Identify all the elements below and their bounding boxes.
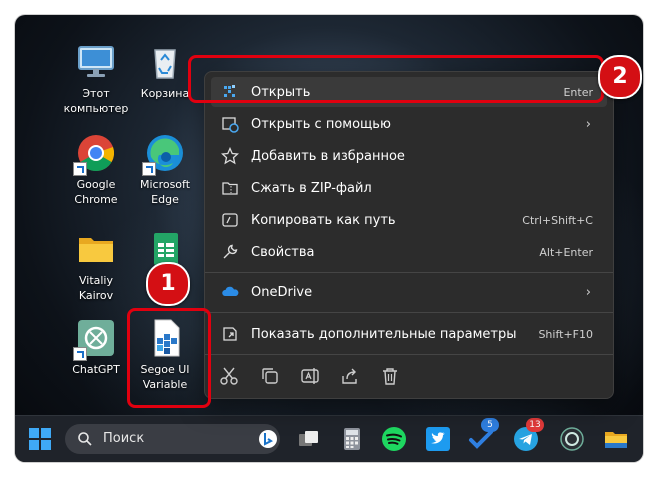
- open-with-icon: [221, 115, 239, 133]
- highlight-box-font-file: [127, 308, 211, 408]
- shortcut-text: Alt+Enter: [539, 245, 593, 259]
- search-placeholder: Поиск: [103, 431, 145, 446]
- menu-item-label: Сжать в ZIP-файл: [251, 180, 372, 196]
- file-explorer-button[interactable]: [603, 426, 629, 452]
- menu-item-add-favorite[interactable]: Добавить в избранное: [211, 141, 607, 171]
- shortcut-text: Ctrl+Shift+C: [522, 213, 593, 227]
- step-number-badge: 2: [598, 55, 642, 99]
- chatgpt-desktop-icon[interactable]: ChatGPT: [63, 318, 129, 377]
- menu-divider: [205, 312, 613, 313]
- search-box[interactable]: Поиск: [65, 424, 280, 454]
- icon-label: ChatGPT: [72, 363, 120, 376]
- rename-icon[interactable]: [299, 365, 321, 387]
- shortcut-arrow-icon: [142, 162, 156, 176]
- edge-icon: [142, 133, 185, 176]
- menu-divider: [205, 354, 613, 355]
- share-icon[interactable]: [339, 365, 361, 387]
- chatgpt-icon: [73, 318, 116, 361]
- icon-label: Vitaliy Kairov: [78, 274, 114, 302]
- cut-icon[interactable]: [218, 365, 240, 387]
- task-view-icon: [299, 431, 318, 446]
- chevron-right-icon: ›: [585, 116, 591, 132]
- spotify-icon: [382, 427, 406, 451]
- more-options-icon: [221, 325, 239, 343]
- monitor-icon: [76, 42, 116, 82]
- shortcut-arrow-icon: [73, 347, 87, 361]
- spotify-button[interactable]: [381, 426, 407, 452]
- copy-path-icon: [221, 211, 239, 229]
- folder-icon: [605, 432, 627, 448]
- todo-badge: 5: [481, 418, 499, 432]
- menu-item-zip[interactable]: Сжать в ZIP-файл: [211, 173, 607, 203]
- star-icon: [220, 146, 240, 165]
- chevron-right-icon: ›: [585, 284, 591, 300]
- recycle-bin-icon: [145, 42, 185, 82]
- telegram-button[interactable]: 13: [513, 418, 544, 452]
- calculator-icon: [344, 428, 360, 450]
- menu-item-onedrive[interactable]: OneDrive ›: [211, 277, 607, 307]
- step-number-badge: 1: [146, 262, 190, 306]
- start-button[interactable]: [27, 426, 53, 452]
- highlight-box-open-item: [188, 55, 604, 103]
- windows-logo-icon: [29, 428, 51, 450]
- chrome-icon: [73, 133, 116, 176]
- menu-item-label: Открыть с помощью: [251, 116, 391, 132]
- chatgpt-taskbar-button[interactable]: [559, 426, 585, 452]
- menu-item-label: OneDrive: [251, 284, 313, 300]
- taskbar: Поиск 5 13: [15, 415, 643, 462]
- icon-label: Google Chrome: [74, 178, 118, 206]
- chrome-desktop-icon[interactable]: Google Chrome: [63, 133, 129, 207]
- menu-item-more-options[interactable]: Показать дополнительные параметры Shift+…: [211, 319, 607, 349]
- context-menu: Открыть Enter Открыть с помощью › Добави…: [204, 71, 614, 399]
- shortcut-arrow-icon: [73, 162, 87, 176]
- search-icon: [78, 432, 92, 446]
- chatgpt-taskbar-icon: [560, 427, 584, 451]
- icon-label: Microsoft Edge: [139, 178, 191, 206]
- menu-item-copy-path[interactable]: Копировать как путь Ctrl+Shift+C: [211, 205, 607, 235]
- menu-item-label: Свойства: [251, 244, 315, 260]
- telegram-badge: 13: [526, 418, 544, 432]
- folder-icon: [76, 229, 116, 269]
- this-pc-desktop-icon[interactable]: Этот компьютер: [63, 42, 129, 116]
- icon-label: Этот компьютер: [63, 87, 129, 115]
- delete-icon[interactable]: [379, 365, 401, 387]
- menu-item-label: Копировать как путь: [251, 212, 396, 228]
- twitter-icon: [426, 427, 450, 451]
- edge-desktop-icon[interactable]: Microsoft Edge: [132, 133, 198, 207]
- menu-item-label: Добавить в избранное: [251, 148, 405, 164]
- twitter-button[interactable]: [425, 426, 451, 452]
- user-folder-desktop-icon[interactable]: Vitaliy Kairov: [63, 229, 129, 303]
- zip-icon: [221, 179, 239, 197]
- todo-button[interactable]: 5: [468, 418, 499, 452]
- shortcut-text: Shift+F10: [538, 327, 593, 341]
- menu-item-label: Показать дополнительные параметры: [251, 326, 517, 342]
- menu-item-properties[interactable]: Свойства Alt+Enter: [211, 237, 607, 267]
- task-view-button[interactable]: [296, 426, 322, 452]
- menu-divider: [205, 272, 613, 273]
- onedrive-icon: [221, 283, 239, 301]
- calculator-button[interactable]: [339, 426, 365, 452]
- menu-item-open-with[interactable]: Открыть с помощью ›: [211, 109, 607, 139]
- copy-icon[interactable]: [259, 365, 281, 387]
- wrench-icon: [221, 243, 239, 261]
- bing-icon[interactable]: [258, 429, 278, 449]
